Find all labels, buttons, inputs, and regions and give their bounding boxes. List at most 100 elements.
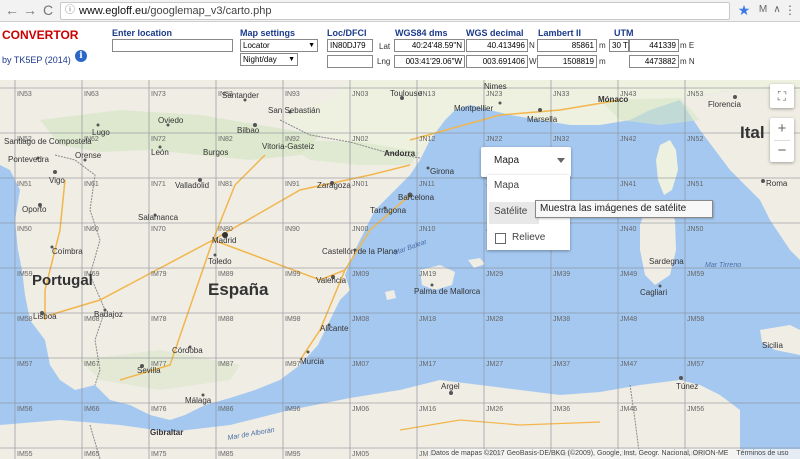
night-day-select-value: Night/day <box>243 55 277 64</box>
city-orense: Orense <box>75 151 102 160</box>
grid-label: JM38 <box>553 316 570 323</box>
reload-icon[interactable]: C <box>40 2 56 18</box>
lng-decimal-field[interactable]: 003.691406 <box>466 55 528 68</box>
grid-label: IN73 <box>151 91 166 98</box>
night-day-select[interactable]: Night/day ▼ <box>240 53 298 66</box>
grid-label: IM57 <box>17 361 33 368</box>
city-burgos: Burgos <box>203 148 228 157</box>
grid-label: JN40 <box>620 226 636 233</box>
lat-dms-field[interactable]: 40:24'48.59"N <box>394 39 465 52</box>
grid-label: IM98 <box>285 316 301 323</box>
sea-balear: Mar Balear <box>393 238 428 257</box>
lat-decimal-field[interactable]: 40.413496 <box>466 39 528 52</box>
enter-location-input[interactable] <box>112 39 233 52</box>
grid-label: JM07 <box>352 361 369 368</box>
city-marsella: Marsella <box>527 115 558 124</box>
grid-label: IM97 <box>285 361 301 368</box>
page-info-icon[interactable]: ⓘ <box>65 3 75 19</box>
zoom-out-button[interactable]: − <box>770 140 794 162</box>
city-florencia: Florencia <box>708 100 741 109</box>
lambert-x-field[interactable]: 85861 <box>537 39 597 52</box>
grid-label: JM27 <box>486 361 503 368</box>
dfci-field[interactable] <box>327 55 373 68</box>
utm-easting-field[interactable]: 441339 <box>629 39 679 52</box>
url-host: www.egloff.eu <box>79 5 148 17</box>
city-madrid: Madrid <box>212 236 236 245</box>
chevron-down-icon: ▼ <box>288 56 295 63</box>
grid-label: IM75 <box>151 451 167 458</box>
country-espana: España <box>208 280 269 299</box>
grid-label: JN51 <box>687 181 703 188</box>
extension-pdf-icon[interactable]: ∧ <box>770 3 784 17</box>
grid-label: IN93 <box>285 91 300 98</box>
fullscreen-button[interactable]: ⛶ <box>770 84 794 108</box>
grid-label: IM95 <box>285 451 301 458</box>
relieve-checkbox[interactable] <box>495 233 506 244</box>
browser-toolbar: ← → C ⓘ www.egloff.eu/googlemap_v3/carto… <box>0 0 800 22</box>
bookmark-star-icon[interactable]: ★ <box>736 1 752 19</box>
city-murcia: Murcia <box>300 357 325 366</box>
zoom-in-button[interactable]: + <box>770 118 794 140</box>
utm-zone-field[interactable]: 30 T <box>609 39 629 52</box>
city-castellon: Castellón de la Plana <box>322 247 398 256</box>
grid-label: JM18 <box>419 316 436 323</box>
grid-label: JN01 <box>352 181 368 188</box>
grid-label: IN70 <box>151 226 166 233</box>
grid-label: JM56 <box>687 406 704 413</box>
city-zaragoza: Zaragoza <box>317 181 351 190</box>
map-attribution: Datos de mapas ©2017 GeoBasis-DE/BKG (©2… <box>428 449 800 459</box>
grid-label: JN33 <box>553 91 569 98</box>
extension-icon[interactable]: M <box>756 3 770 17</box>
terms-link[interactable]: Términos de uso <box>736 450 788 457</box>
app-author: by TK5EP (2014) <box>2 55 71 65</box>
lng-label: Lng <box>377 57 391 66</box>
city-barcelona: Barcelona <box>398 193 435 202</box>
grid-label: IN50 <box>17 226 32 233</box>
grid-label: IN82 <box>218 136 233 143</box>
utm-label: UTM <box>614 28 634 38</box>
lambert-label: Lambert II <box>538 28 582 38</box>
grid-label: JM05 <box>352 451 369 458</box>
city-palma: Palma de Mallorca <box>414 287 481 296</box>
city-sicilia: Sicilia <box>762 341 783 350</box>
grid-label: IM86 <box>218 406 234 413</box>
locator-field[interactable]: IN80DJ79 <box>327 39 373 52</box>
city-roma: Roma <box>766 179 788 188</box>
loc-dfci-label: Loc/DFCI <box>327 28 367 38</box>
enter-location-label: Enter location <box>112 28 173 38</box>
city-cordoba: Córdoba <box>172 346 203 355</box>
grid-label: IM76 <box>151 406 167 413</box>
grid-label: IM88 <box>218 316 234 323</box>
utm-northing-field[interactable]: 4473882 <box>629 55 679 68</box>
map-type-option-mapa[interactable]: Mapa <box>494 180 519 191</box>
grid-label: JN22 <box>486 136 502 143</box>
city-nimes: Nimes <box>484 82 507 91</box>
grid-label: IN53 <box>17 91 32 98</box>
city-girona: Girona <box>430 167 455 176</box>
forward-arrow-icon[interactable]: → <box>22 2 38 18</box>
map-layer: IN53 IN63 IN73 IN83 IN93 JN03 JN13 JN23 JN33 JN43… <box>0 80 800 459</box>
city-cagliari: Cagliari <box>640 288 667 297</box>
chevron-down-icon: ▼ <box>308 42 315 49</box>
grid-label: JM29 <box>486 271 503 278</box>
lambert-y-field[interactable]: 1508819 <box>537 55 597 68</box>
grid-label: JM59 <box>687 271 704 278</box>
locator-select[interactable]: Locator ▼ <box>240 39 318 52</box>
map-type-control[interactable]: Mapa <box>481 147 571 177</box>
grid-label: IN51 <box>17 181 32 188</box>
browser-menu-icon[interactable]: ⋮ <box>784 2 796 18</box>
grid-label: IN80 <box>218 226 233 233</box>
info-icon[interactable]: i <box>75 50 87 62</box>
city-lisboa: Lisboa <box>33 312 57 321</box>
lng-dms-field[interactable]: 003:41'29.06"W <box>394 55 465 68</box>
grid-label: IN63 <box>84 91 99 98</box>
app-title: CONVERTOR <box>2 28 79 42</box>
map-type-option-satelite[interactable]: Satélite <box>494 206 527 217</box>
city-valencia: Valencia <box>316 276 347 285</box>
grid-label: IM85 <box>218 451 234 458</box>
converter-toolbar: CONVERTOR by TK5EP (2014) i Enter locati… <box>0 22 800 80</box>
back-arrow-icon[interactable]: ← <box>4 2 20 18</box>
city-sevilla: Sevilla <box>137 366 161 375</box>
map-canvas[interactable]: IN53 IN63 IN73 IN83 IN93 JN03 JN13 JN23 JN33 JN43… <box>0 80 800 459</box>
address-bar[interactable]: ⓘ www.egloff.eu/googlemap_v3/carto.php <box>60 2 730 20</box>
